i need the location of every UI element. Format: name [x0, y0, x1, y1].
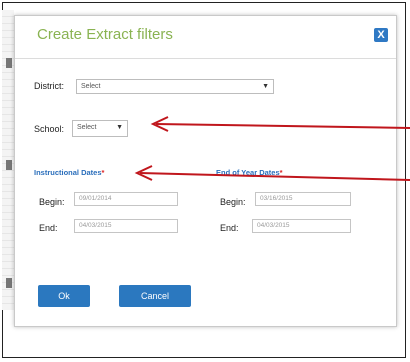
instructional-dates-label: Instructional Dates*	[34, 168, 104, 177]
instructional-begin-input[interactable]: 09/01/2014	[74, 192, 178, 206]
header-divider	[15, 58, 396, 59]
chevron-down-icon: ▼	[262, 83, 269, 90]
background-mark	[6, 58, 12, 68]
school-label: School:	[34, 124, 65, 134]
school-select-value: Select	[77, 124, 97, 131]
school-select[interactable]: Select ▼	[72, 120, 128, 137]
end-of-year-begin-input[interactable]: 03/16/2015	[255, 192, 351, 206]
district-select-value: Select	[81, 83, 101, 90]
instructional-begin-label: Begin:	[39, 197, 65, 207]
end-of-year-begin-label: Begin:	[220, 197, 246, 207]
background-page-edge	[2, 10, 14, 310]
end-of-year-end-input[interactable]: 04/03/2015	[252, 219, 351, 233]
ok-button[interactable]: Ok	[38, 285, 90, 307]
create-extract-filters-dialog: Create Extract filters X District: Selec…	[14, 15, 397, 327]
cancel-button[interactable]: Cancel	[119, 285, 191, 307]
required-asterisk: *	[101, 168, 105, 177]
chevron-down-icon: ▼	[116, 124, 123, 131]
dialog-title: Create Extract filters	[37, 26, 173, 43]
district-label: District:	[34, 81, 64, 91]
close-button[interactable]: X	[374, 28, 388, 42]
required-asterisk: *	[279, 168, 283, 177]
background-mark	[6, 278, 12, 288]
instructional-dates-label-text: Instructional Dates	[34, 168, 102, 177]
background-mark	[6, 160, 12, 170]
district-select[interactable]: Select ▼	[76, 79, 274, 94]
instructional-end-input[interactable]: 04/03/2015	[74, 219, 178, 233]
instructional-end-label: End:	[39, 223, 58, 233]
end-of-year-dates-label: End of Year Dates*	[216, 168, 283, 177]
end-of-year-end-label: End:	[220, 223, 239, 233]
end-of-year-dates-label-text: End of Year Dates	[216, 168, 280, 177]
